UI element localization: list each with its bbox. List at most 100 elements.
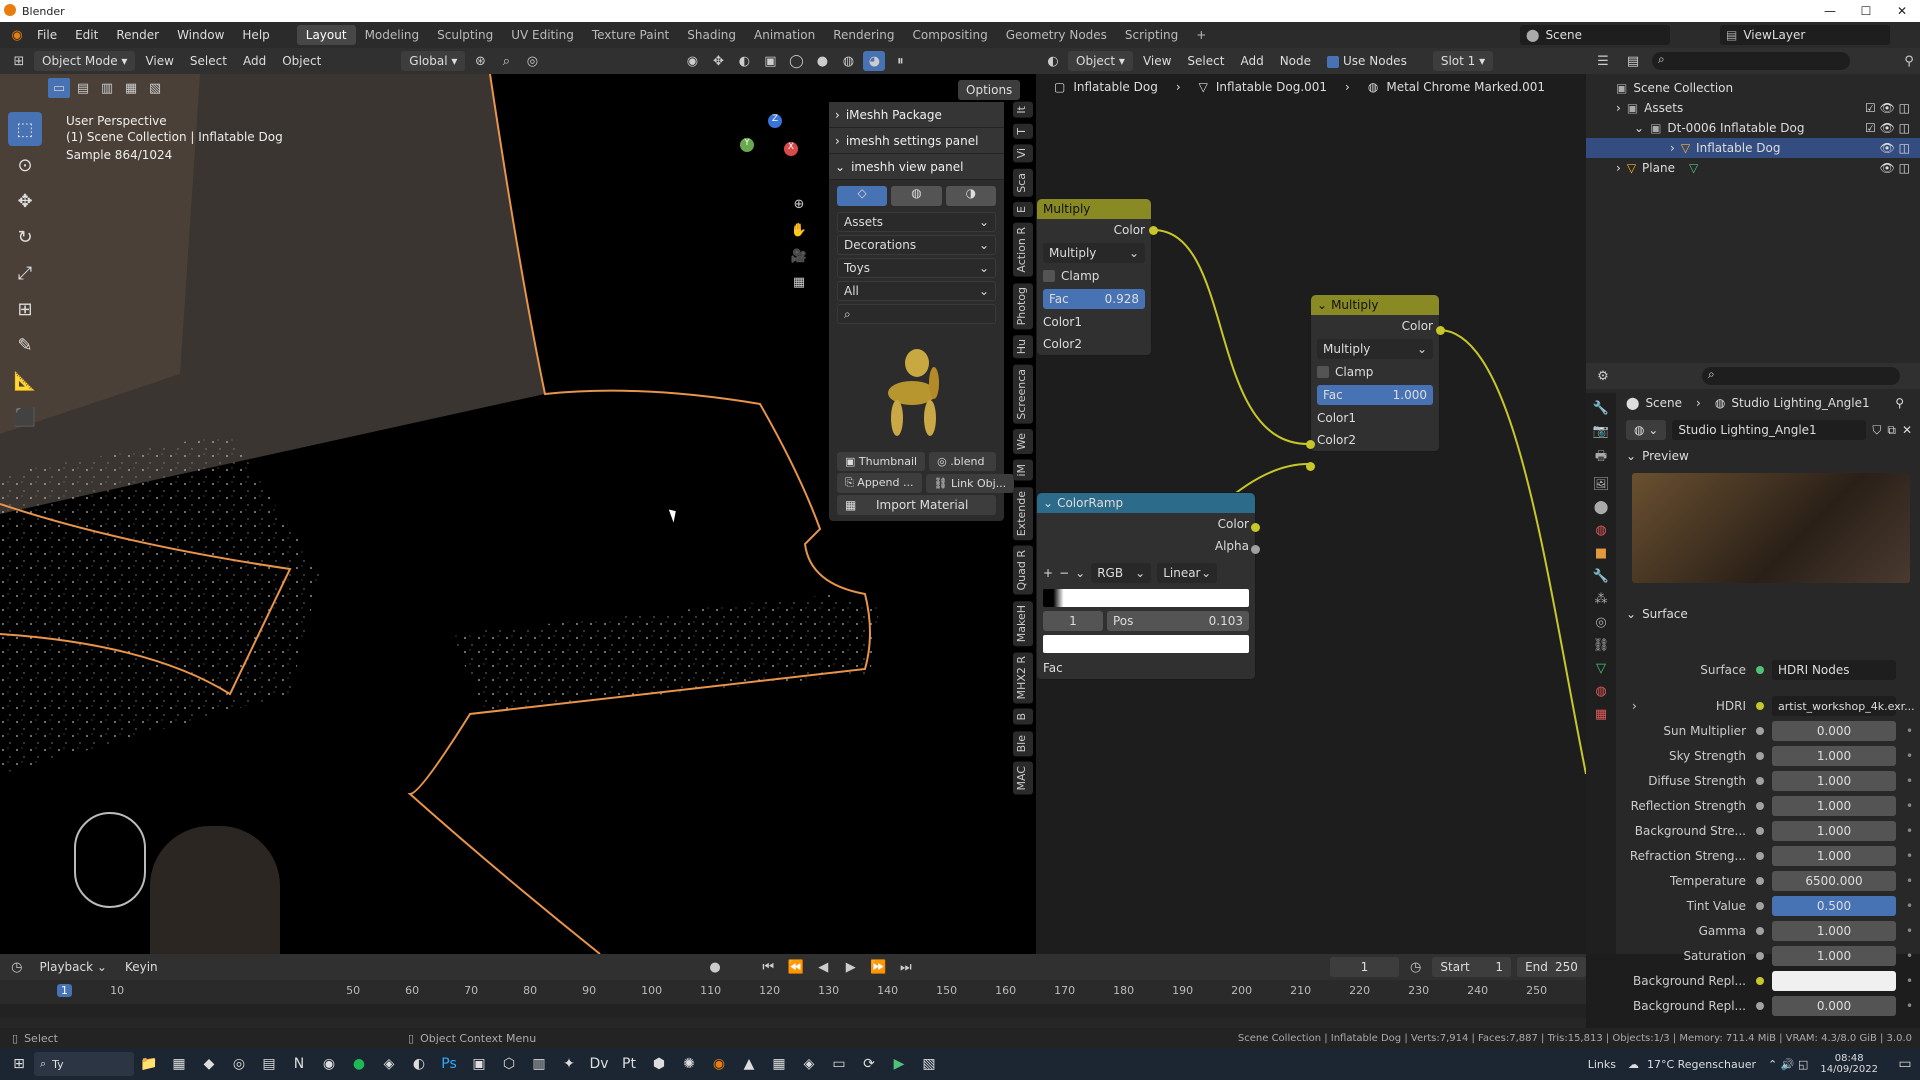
jump-start-icon[interactable]: ⏮ — [757, 957, 779, 977]
viewport-menu-view[interactable]: View — [139, 54, 179, 68]
chrome-icon[interactable]: ◉ — [314, 1049, 344, 1079]
app-icon[interactable]: ▦ — [164, 1049, 194, 1079]
keyframe-icon[interactable]: • — [1906, 824, 1913, 838]
tab-mhx2-r[interactable]: MHX2 R — [1013, 651, 1033, 704]
world-property-value[interactable] — [1772, 971, 1896, 991]
surface-value[interactable]: HDRI Nodes — [1772, 660, 1896, 680]
tab-modeling[interactable]: Modeling — [356, 25, 429, 45]
outliner-row-inflatable-dog[interactable]: › ▽ Inflatable Dog 👁 ◫ — [1586, 138, 1920, 158]
windows-start-icon[interactable]: ⊞ — [4, 1049, 34, 1079]
app-icon[interactable]: N — [284, 1049, 314, 1079]
zoom-icon[interactable]: ⊕ — [788, 194, 810, 214]
jump-end-icon[interactable]: ⏭ — [895, 957, 917, 977]
tab-e[interactable]: E — [1013, 202, 1033, 218]
multiply-node-2-clamp[interactable]: Clamp — [1311, 361, 1439, 383]
options-button[interactable]: Options — [958, 80, 1021, 100]
hdri-value[interactable]: artist_workshop_4k.exr... — [1772, 696, 1915, 716]
socket-output-icon[interactable] — [1436, 326, 1445, 335]
app-icon[interactable]: ▥ — [524, 1049, 554, 1079]
world-name-field[interactable]: Studio Lighting_Angle1 — [1672, 420, 1867, 440]
imeshh-subcategory-dropdown[interactable]: Decorations ⌄ — [837, 235, 996, 255]
view-layer-props-icon[interactable]: 🖼 — [1593, 477, 1610, 492]
measure-tool-icon[interactable]: 📐 — [8, 364, 42, 398]
transform-tool-icon[interactable]: ⊞ — [8, 292, 42, 326]
keyframe-icon[interactable]: • — [1906, 724, 1913, 738]
grid-view-icon[interactable]: ▦ — [788, 272, 810, 292]
duplicate-icon[interactable]: ⧉ — [1887, 423, 1896, 438]
app-icon[interactable]: ▭ — [824, 1049, 854, 1079]
app-icon[interactable]: ◐ — [404, 1049, 434, 1079]
texture-props-icon[interactable]: ▦ — [1595, 707, 1607, 722]
world-props-icon[interactable]: ◍ — [1595, 523, 1606, 538]
tab-photog[interactable]: Photog — [1013, 282, 1033, 330]
app-icon[interactable]: ✦ — [554, 1049, 584, 1079]
imeshh-filter-dropdown[interactable]: All ⌄ — [837, 281, 996, 301]
multiply-node-1-fac[interactable]: Fac 0.928 — [1043, 289, 1145, 309]
editor-type-icon[interactable]: ⊞ — [8, 51, 30, 71]
menu-edit[interactable]: Edit — [66, 28, 107, 42]
app-icon[interactable]: ▦ — [764, 1049, 794, 1079]
tab-item[interactable]: It — [1013, 102, 1033, 118]
socket-output-icon[interactable] — [1149, 226, 1158, 235]
select-tool-icon[interactable]: ⬚ — [8, 112, 42, 146]
link-object-button[interactable]: ⛓ Link Obj... — [925, 473, 1015, 493]
start-frame-field[interactable]: Start 1 — [1432, 957, 1512, 977]
shader-node-editor[interactable]: ▢ Inflatable Dog › ▽ Inflatable Dog.001 › … — [1036, 74, 1586, 954]
annotate-tool-icon[interactable]: ✎ — [8, 328, 42, 362]
tab-layout[interactable]: Layout — [296, 25, 356, 45]
camera-view-icon[interactable]: 🎥 — [788, 246, 810, 266]
tab-texture-paint[interactable]: Texture Paint — [583, 25, 678, 45]
color-ramp-gradient[interactable] — [1043, 589, 1249, 607]
add-cube-tool-icon[interactable]: ⬛ — [8, 400, 42, 434]
world-property-value[interactable]: 1.000 — [1772, 921, 1896, 941]
stop-index-field[interactable]: 1 — [1043, 611, 1103, 631]
tab-mac[interactable]: MAC — [1013, 762, 1033, 795]
world-property-value[interactable]: 0.500 — [1772, 896, 1896, 916]
tab-geometry-nodes[interactable]: Geometry Nodes — [997, 25, 1116, 45]
solid-shading-icon[interactable]: ● — [811, 51, 833, 71]
viewport-menu-add[interactable]: Add — [237, 54, 272, 68]
taskbar-links[interactable]: Links — [1588, 1058, 1616, 1071]
socket-input-icon[interactable] — [1306, 462, 1315, 471]
tab-we[interactable]: We — [1013, 429, 1033, 455]
remove-stop-button[interactable]: − — [1059, 566, 1069, 580]
multiply-node-2-blend[interactable]: Multiply ⌄ — [1317, 339, 1433, 359]
taskbar-search-input[interactable]: ⌕ Ty — [34, 1052, 134, 1076]
tab-screenca[interactable]: Screenca — [1013, 364, 1033, 424]
asset-thumbnail[interactable] — [837, 328, 996, 448]
multiply-node-2-fac[interactable]: Fac 1.000 — [1317, 385, 1433, 405]
tab-makeh[interactable]: MakeH — [1013, 600, 1033, 646]
snap-icon[interactable]: ⌕ — [495, 51, 517, 71]
app-icon[interactable]: ◎ — [224, 1049, 254, 1079]
tab-scripting[interactable]: Scripting — [1116, 25, 1187, 45]
viewport-menu-select[interactable]: Select — [184, 54, 233, 68]
socket-output-icon[interactable] — [1251, 545, 1260, 554]
tab-hu[interactable]: Hu — [1013, 335, 1033, 359]
keyframe-icon[interactable]: • — [1906, 799, 1913, 813]
imeshh-package-header[interactable]: › iMeshh Package — [829, 102, 1004, 128]
outliner-row-plane[interactable]: › ▽ Plane ▽ 👁 ◫ — [1586, 158, 1920, 178]
proportional-edit-icon[interactable]: ◎ — [521, 51, 543, 71]
tab-b[interactable]: B — [1013, 709, 1033, 725]
select-box-icon[interactable]: ▭ — [48, 78, 70, 98]
pin-icon[interactable]: ⚲ — [1895, 396, 1904, 410]
display-mode-icon[interactable]: ▤ — [1622, 51, 1644, 71]
properties-search-input[interactable]: ⌕ — [1702, 367, 1900, 385]
taskbar-clock[interactable]: 08:48 14/09/2022 — [1820, 1053, 1878, 1075]
data-props-icon[interactable]: ▽ — [1596, 661, 1606, 676]
multiply-node-1-blend[interactable]: Multiply ⌄ — [1043, 243, 1145, 263]
output-props-icon[interactable]: 🖶 — [1595, 447, 1607, 469]
select-invert-icon[interactable]: ▦ — [120, 78, 142, 98]
properties-editor-icon[interactable]: ⚙ — [1592, 366, 1614, 386]
world-property-value[interactable]: 1.000 — [1772, 821, 1896, 841]
chevron-down-icon[interactable]: ⌄ — [1075, 566, 1085, 580]
visibility-icons[interactable]: ☑ 👁 ◫ — [1865, 101, 1910, 115]
imeshh-settings-header[interactable]: › imeshh settings panel — [829, 128, 1004, 154]
tab-animation[interactable]: Animation — [745, 25, 824, 45]
record-icon[interactable]: ● — [704, 957, 726, 977]
cursor-tool-icon[interactable]: ⊙ — [8, 148, 42, 182]
outliner-row-scene-collection[interactable]: ▣ Scene Collection — [1586, 78, 1920, 98]
rotate-tool-icon[interactable]: ↻ — [8, 220, 42, 254]
app-icon[interactable]: ▶ — [884, 1049, 914, 1079]
gizmo-x-axis[interactable]: X — [784, 142, 798, 156]
